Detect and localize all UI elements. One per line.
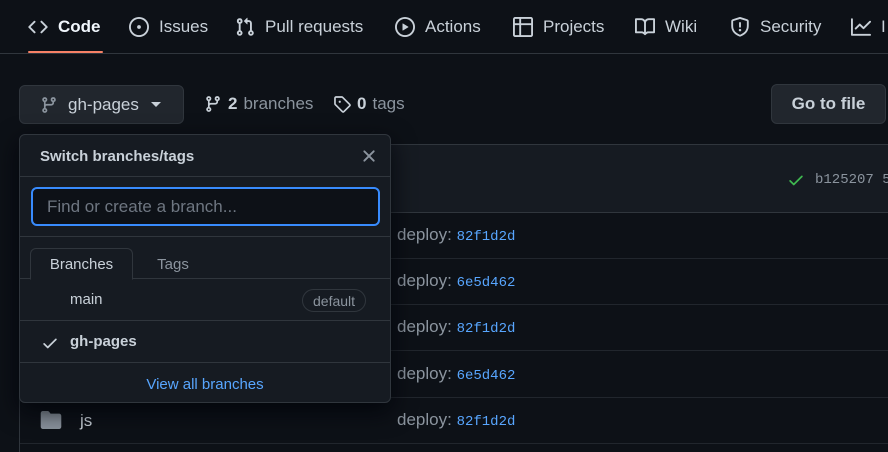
commit-link[interactable]: 82f1d2d (457, 229, 516, 245)
branch-filter-section (20, 177, 390, 237)
commit-message: deploy: 82f1d2d (397, 410, 515, 430)
tags-link[interactable]: 0 tags (333, 92, 405, 116)
commit-message: deploy: 82f1d2d (397, 225, 515, 245)
issue-opened-icon (129, 16, 149, 37)
play-icon (395, 16, 415, 37)
dropdown-header: Switch branches/tags (20, 135, 390, 177)
branch-select-button[interactable]: gh-pages (19, 85, 184, 124)
branch-filter-input[interactable] (31, 187, 380, 226)
commit-message: deploy: 6e5d462 (397, 271, 515, 291)
folder-icon (40, 411, 62, 429)
close-icon[interactable] (359, 146, 379, 166)
tab-wiki-label: Wiki (665, 16, 698, 36)
tab-code-label: Code (58, 16, 101, 36)
tags-count: 0 (357, 94, 367, 113)
branch-item-gh-pages[interactable]: gh-pages (20, 321, 390, 363)
dropdown-title: Switch branches/tags (40, 148, 195, 165)
commit-message: deploy: 82f1d2d (397, 317, 515, 337)
tab-projects-label: Projects (543, 16, 605, 36)
tab-wiki[interactable]: Wiki (635, 0, 697, 53)
graph-icon (851, 17, 871, 36)
tab-issues[interactable]: Issues (129, 0, 208, 53)
commit-message-text: deploy: (397, 317, 452, 336)
branches-link[interactable]: 2 branches (204, 92, 313, 116)
tab-insights-label: I (881, 16, 886, 36)
branches-label: branches (243, 94, 314, 113)
tab-code[interactable]: Code (28, 0, 102, 53)
view-all-branches-link[interactable]: View all branches (146, 376, 263, 393)
git-pull-request-icon (236, 17, 254, 36)
branch-item-label: main (70, 291, 103, 308)
git-branch-icon (42, 96, 56, 113)
tab-insights[interactable]: I (851, 0, 886, 53)
commit-link[interactable]: 6e5d462 (457, 368, 516, 384)
branch-item-label: gh-pages (70, 333, 137, 350)
commit-link[interactable]: 82f1d2d (457, 321, 516, 337)
tab-security-label: Security (760, 16, 822, 36)
dropdown-tabs: Branches Tags (20, 237, 390, 280)
file-name-link[interactable]: js (80, 411, 92, 431)
commit-sha-trailing: 5 (882, 172, 888, 188)
repo-nav: Code Issues Pull requests Actions Projec… (0, 0, 888, 54)
commit-message: deploy: 6e5d462 (397, 364, 515, 384)
commit-sha: b125207 (815, 172, 874, 188)
commit-sha-link[interactable]: b125207 5 (815, 172, 888, 188)
dropdown-footer: View all branches (20, 364, 390, 402)
check-icon[interactable] (787, 171, 805, 189)
commit-message-text: deploy: (397, 225, 452, 244)
triangle-down-icon (150, 102, 161, 107)
tab-actions[interactable]: Actions (395, 0, 481, 53)
branches-count: 2 (228, 94, 238, 113)
tab-branches[interactable]: Branches (30, 248, 133, 280)
commit-message-text: deploy: (397, 364, 452, 383)
branch-item-main[interactable]: main default (20, 279, 390, 321)
code-icon (28, 20, 48, 33)
default-badge: default (302, 289, 367, 312)
commit-message-text: deploy: (397, 271, 452, 290)
commit-link[interactable]: 6e5d462 (457, 275, 516, 291)
tab-pull-requests-label: Pull requests (265, 16, 364, 36)
tab-pull-requests[interactable]: Pull requests (235, 0, 363, 53)
table-row: js deploy: 82f1d2d (20, 398, 888, 444)
branch-select-label: gh-pages (68, 94, 139, 114)
go-to-file-button[interactable]: Go to file (771, 84, 886, 124)
tab-security[interactable]: Security (730, 0, 821, 53)
tags-label: tags (372, 94, 405, 113)
shield-icon (731, 16, 749, 37)
tab-tags[interactable]: Tags (143, 248, 203, 280)
check-icon (43, 338, 57, 349)
tab-projects[interactable]: Projects (513, 0, 604, 53)
commit-message-text: deploy: (397, 410, 452, 429)
commit-link[interactable]: 82f1d2d (457, 414, 516, 430)
branch-switcher-dropdown: Switch branches/tags Branches Tags main … (19, 134, 391, 403)
git-branch-icon (206, 96, 220, 112)
book-icon (635, 17, 655, 35)
tag-icon (334, 96, 351, 113)
tab-actions-label: Actions (425, 16, 481, 36)
table-icon (513, 16, 533, 37)
tab-issues-label: Issues (159, 16, 209, 36)
